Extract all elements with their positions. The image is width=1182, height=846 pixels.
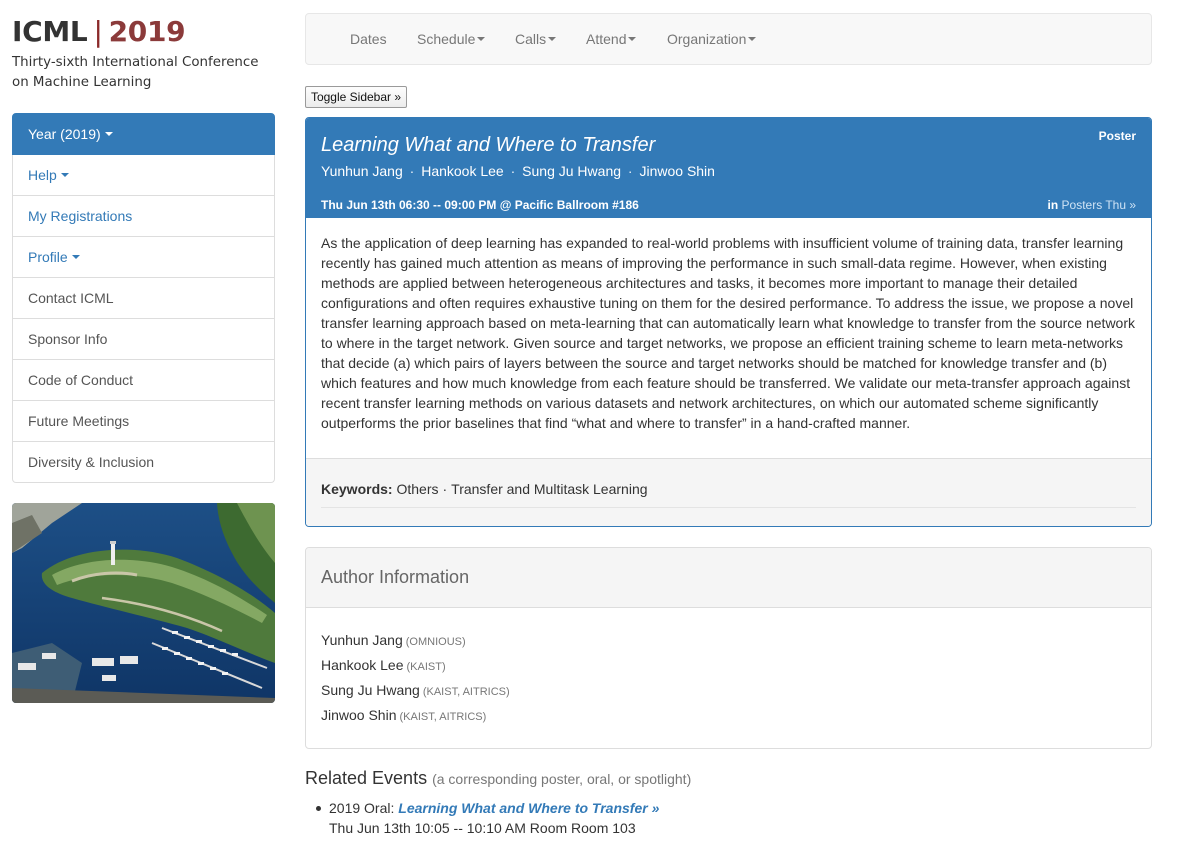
footer-divider: [321, 507, 1136, 508]
caret-down-icon: [548, 37, 557, 42]
event-abstract: As the application of deep learning has …: [321, 235, 1136, 431]
caret-down-icon: [628, 37, 637, 42]
sidebar-item-label: Profile: [28, 249, 68, 265]
event-time-location: Thu Jun 13th 06:30 -- 09:00 PM @ Pacific…: [321, 198, 639, 212]
sidebar-item-label: Diversity & Inclusion: [28, 454, 155, 470]
author-list: Yunhun Jang (OMNIOUS) Hankook Lee (KAIST) …: [321, 628, 510, 728]
caret-down-icon: [104, 132, 113, 137]
author-affiliation: (KAIST, AITRICS): [399, 711, 487, 723]
author-separator: ·: [510, 163, 516, 179]
sidebar-item-code-of-conduct[interactable]: Code of Conduct: [12, 360, 275, 401]
logo-year: 2019: [108, 15, 186, 48]
nav-dates[interactable]: Dates: [350, 14, 387, 64]
author-name[interactable]: Yunhun Jang: [321, 632, 403, 648]
toggle-sidebar-button[interactable]: Toggle Sidebar »: [305, 86, 407, 108]
author-row: Yunhun Jang (OMNIOUS): [321, 628, 510, 653]
author-name[interactable]: Jinwoo Shin: [321, 707, 397, 723]
nav-label: Dates: [350, 31, 387, 47]
sidebar-item-label: Future Meetings: [28, 413, 130, 429]
author-separator: ·: [409, 163, 415, 179]
event-panel: Poster Learning What and Where to Transf…: [305, 117, 1152, 527]
related-list: 2019 Oral: Learning What and Where to Tr…: [316, 798, 829, 838]
event-header: Poster Learning What and Where to Transf…: [306, 118, 1151, 218]
related-events: Related Events (a corresponding poster, …: [305, 766, 1152, 836]
nav-attend[interactable]: Attend: [586, 14, 637, 64]
sidebar-item-label: Contact ICML: [28, 290, 114, 306]
nav-label: Organization: [667, 31, 747, 47]
author-affiliation: (KAIST): [406, 661, 446, 673]
author-name[interactable]: Hankook Lee: [321, 657, 404, 673]
sidebar-item-label: Sponsor Info: [28, 331, 108, 347]
top-navbar: Dates Schedule Calls Attend Organization: [305, 13, 1152, 65]
event-in-label: in: [1047, 198, 1059, 212]
related-events-heading: Related Events (a corresponding poster, …: [305, 766, 1152, 791]
sidebar-menu: Year (2019) Help My Registrations Profil…: [12, 113, 275, 483]
nav-schedule[interactable]: Schedule: [417, 14, 486, 64]
keyword: Transfer and Multitask Learning: [451, 481, 648, 497]
venue-photo: [12, 503, 275, 703]
sidebar-item-help[interactable]: Help: [12, 155, 275, 196]
event-session-link[interactable]: Posters Thu »: [1062, 198, 1136, 212]
event-author[interactable]: Sung Ju Hwang: [522, 163, 621, 179]
author-info-heading: Author Information: [306, 548, 1151, 608]
event-footer: Keywords: Others · Transfer and Multitask …: [306, 458, 1151, 526]
nav-label: Calls: [515, 31, 547, 47]
event-author[interactable]: Hankook Lee: [421, 163, 504, 179]
logo-separator: |: [93, 15, 103, 48]
related-event-detail: Thu Jun 13th 10:05 -- 10:10 AM Room Room…: [329, 820, 636, 836]
nav-label: Attend: [586, 31, 627, 47]
caret-down-icon: [748, 37, 757, 42]
sidebar-item-year[interactable]: Year (2019): [12, 113, 275, 155]
author-row: Jinwoo Shin (KAIST, AITRICS): [321, 703, 510, 728]
sidebar-item-contact[interactable]: Contact ICML: [12, 278, 275, 319]
logo-title: ICML | 2019: [12, 14, 277, 50]
event-session: in Posters Thu »: [1048, 198, 1137, 212]
event-authors: Yunhun Jang · Hankook Lee · Sung Ju Hwan…: [321, 163, 715, 179]
related-event-link[interactable]: Learning What and Where to Transfer »: [398, 800, 659, 816]
caret-down-icon: [60, 173, 69, 178]
caret-down-icon: [477, 37, 486, 42]
sidebar-item-label: Code of Conduct: [28, 372, 134, 388]
related-prefix: 2019 Oral:: [329, 800, 395, 816]
author-affiliation: (KAIST, AITRICS): [422, 686, 510, 698]
sidebar-item-label: Help: [28, 167, 57, 183]
sidebar-item-my-registrations[interactable]: My Registrations: [12, 196, 275, 237]
event-author[interactable]: Yunhun Jang: [321, 163, 403, 179]
author-row: Hankook Lee (KAIST): [321, 653, 510, 678]
author-affiliation: (OMNIOUS): [405, 636, 466, 648]
nav-calls[interactable]: Calls: [515, 14, 557, 64]
event-author[interactable]: Jinwoo Shin: [639, 163, 715, 179]
site-logo[interactable]: ICML | 2019 Thirty-sixth International Con…: [12, 14, 277, 93]
sidebar-item-profile[interactable]: Profile: [12, 237, 275, 278]
sidebar-item-diversity[interactable]: Diversity & Inclusion: [12, 442, 275, 483]
logo-name: ICML: [12, 15, 88, 48]
event-title: Learning What and Where to Transfer: [321, 134, 656, 156]
event-keywords: Keywords: Others · Transfer and Multitask …: [321, 481, 648, 497]
author-name[interactable]: Sung Ju Hwang: [321, 682, 420, 698]
author-info-panel: Author Information Yunhun Jang (OMNIOUS) …: [305, 547, 1152, 749]
logo-subtitle: Thirty-sixth International Conference on…: [12, 55, 259, 90]
author-separator: ·: [627, 163, 633, 179]
sidebar-item-label: Year (2019): [28, 126, 101, 142]
list-item: 2019 Oral: Learning What and Where to Tr…: [316, 798, 829, 838]
sidebar-item-future-meetings[interactable]: Future Meetings: [12, 401, 275, 442]
related-note: (a corresponding poster, oral, or spotli…: [432, 771, 692, 787]
keyword-separator: ·: [442, 481, 448, 497]
nav-label: Schedule: [417, 31, 476, 47]
sidebar-item-sponsor-info[interactable]: Sponsor Info: [12, 319, 275, 360]
event-type-badge: Poster: [1098, 129, 1136, 143]
author-row: Sung Ju Hwang (KAIST, AITRICS): [321, 678, 510, 703]
keywords-label: Keywords:: [321, 481, 393, 497]
related-title: Related Events: [305, 768, 428, 788]
sidebar-item-label: My Registrations: [28, 208, 133, 224]
nav-organization[interactable]: Organization: [667, 14, 757, 64]
keyword: Others: [396, 481, 439, 497]
caret-down-icon: [71, 255, 80, 260]
